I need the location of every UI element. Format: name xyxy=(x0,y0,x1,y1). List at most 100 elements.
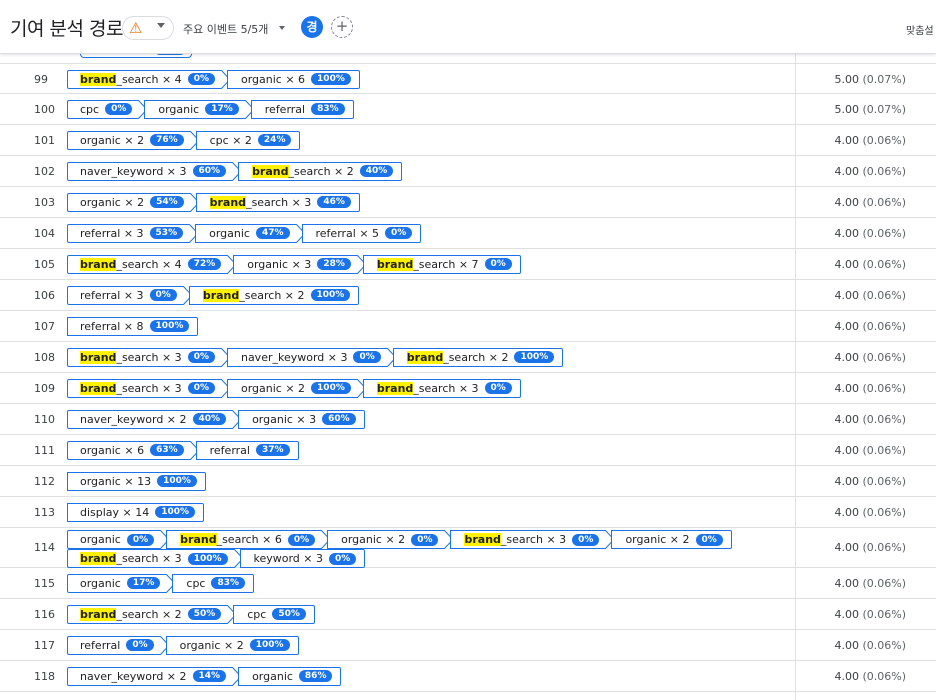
path-step[interactable]: brand _search × 4 0% xyxy=(67,69,231,89)
step-label: cpc × 2 xyxy=(209,133,252,147)
percent-badge: 0% xyxy=(187,382,215,394)
path-step[interactable]: brand _search × 2 50% xyxy=(67,604,237,624)
path-step[interactable]: brand _search × 2 100% xyxy=(392,347,564,367)
percent-badge: 0% xyxy=(411,533,439,546)
table-row: 113 display × 14 100% 4.00 (0.06%) xyxy=(0,497,936,528)
percent-badge: 0% xyxy=(572,533,600,546)
highlighted-term: brand xyxy=(376,257,414,271)
path-line: organic × 2 54% brand _search × 3 46% xyxy=(67,192,360,212)
path-step[interactable]: organic 17% xyxy=(67,573,177,593)
path-step[interactable]: brand _search × 2 100% xyxy=(188,285,360,305)
path-step[interactable]: brand _search × 7 0% xyxy=(362,254,521,274)
path-step[interactable]: brand _search × 3 0% xyxy=(450,530,616,549)
warning-dropdown[interactable]: ⚠ xyxy=(122,16,174,40)
path-step[interactable]: brand _search × 2 40% xyxy=(238,161,403,181)
path-step[interactable]: organic × 3 28% xyxy=(233,254,367,274)
path-step[interactable]: cpc 50% xyxy=(233,604,315,624)
path-step[interactable]: organic × 6 63% xyxy=(67,440,200,460)
chevron-down-icon[interactable] xyxy=(279,26,285,30)
path-step[interactable]: organic × 2 100% xyxy=(226,378,367,398)
path-step[interactable]: organic 0% xyxy=(67,530,170,549)
percent-badge: 54% xyxy=(150,196,184,208)
step-label: _search × 6 xyxy=(216,533,282,546)
path-step[interactable]: naver_keyword × 3 0% xyxy=(226,347,397,367)
percent-badge: 53% xyxy=(149,227,184,239)
conversion-value: 4.00 (0.06%) xyxy=(834,196,906,209)
path-step[interactable]: brand _search × 3 0% xyxy=(362,378,521,398)
path-step[interactable]: naver_keyword × 2 14% xyxy=(67,666,242,686)
path-step[interactable]: brand _search × 3 100% xyxy=(67,549,244,568)
path-step[interactable]: brand _search × 3 46% xyxy=(195,192,360,212)
path-step[interactable]: referral × 5 0% xyxy=(301,223,422,243)
path-step[interactable]: display × 14 100% xyxy=(67,502,205,522)
table-row: 116 brand _search × 2 50% cpc 50% 4.00 (0.06%) xyxy=(0,599,936,630)
path-step-body: referral 83% xyxy=(250,99,354,119)
path-step[interactable]: organic × 2 100% xyxy=(165,635,299,655)
events-selector[interactable]: 주요 이벤트 5/5개 xyxy=(183,21,268,37)
path-step[interactable]: organic 17% xyxy=(144,99,255,119)
path-step-body: organic × 2 76% xyxy=(67,130,190,150)
path-step[interactable]: organic × 2 54% xyxy=(67,192,200,212)
percent-badge: 0% xyxy=(329,552,357,565)
value-number: 4.00 xyxy=(834,381,859,395)
path-step[interactable]: organic × 2 0% xyxy=(327,530,455,549)
path-step[interactable]: organic × 13 100% xyxy=(67,471,206,491)
value-percent: (0.06%) xyxy=(862,288,906,302)
path-step[interactable]: referral × 3 0% xyxy=(67,285,193,305)
path-step[interactable]: naver_keyword × 3 60% xyxy=(67,161,242,181)
path-step[interactable]: brand _search × 6 0% xyxy=(166,530,331,549)
percent-badge: 17% xyxy=(205,103,239,115)
path-step[interactable]: referral 0% xyxy=(67,635,170,655)
path-step-body: brand _search × 2 100% xyxy=(392,347,564,367)
path-step[interactable]: naver_keyword × 2 40% xyxy=(67,409,242,429)
row-number: 115 xyxy=(34,576,55,590)
value-number: 4.00 xyxy=(834,474,859,488)
path-step-body: referral × 8 100% xyxy=(67,316,199,336)
path-step[interactable]: organic 86% xyxy=(238,666,342,686)
path-step[interactable]: brand _search × 3 0% xyxy=(67,378,231,398)
path-line: brand _search × 2 50% cpc 50% xyxy=(67,604,315,624)
path-step-body: naver_keyword × 3 0% xyxy=(226,347,387,367)
path-step[interactable]: cpc 83% xyxy=(172,573,255,593)
path-step[interactable]: brand _search × 3 0% xyxy=(67,347,231,367)
path-step-body: referral × 3 0% xyxy=(67,285,183,305)
value-number: 5.00 xyxy=(834,102,859,116)
path-step-body: brand _search × 3 0% xyxy=(450,530,606,549)
path-step[interactable]: organic × 3 60% xyxy=(238,409,365,429)
percent-badge: 47% xyxy=(255,227,290,239)
path-step[interactable]: referral × 3 53% xyxy=(67,223,199,243)
path-step-body: organic × 3 60% xyxy=(238,409,365,429)
path-step[interactable]: cpc 0% xyxy=(67,99,149,119)
step-label: referral xyxy=(80,638,121,652)
path-step[interactable]: cpc × 2 24% xyxy=(195,130,301,150)
step-label: organic xyxy=(252,669,293,683)
add-comparison-button[interactable]: + xyxy=(331,16,353,38)
path-step[interactable]: organic × 2 0% xyxy=(611,530,732,549)
path-step-body: organic 47% xyxy=(195,223,296,243)
row-number: 118 xyxy=(34,669,55,683)
path-step[interactable]: brand _search × 4 72% xyxy=(67,254,237,274)
path-step-body: brand _search × 3 100% xyxy=(67,549,234,568)
path-line: referral × 8 100% xyxy=(67,316,199,336)
path-step-body: organic × 2 100% xyxy=(226,378,357,398)
path-step[interactable]: organic × 2 76% xyxy=(67,130,200,150)
path-step[interactable]: keyword × 3 0% xyxy=(239,549,366,568)
table-row: 115 organic 17% cpc 83% 4.00 (0.06%) xyxy=(0,568,936,599)
path-step-body: organic × 2 0% xyxy=(611,530,732,549)
path-step[interactable]: organic × 6 100% xyxy=(226,69,360,89)
step-label: organic × 2 xyxy=(80,195,145,209)
path-step[interactable]: organic 47% xyxy=(195,223,306,243)
path-step[interactable]: referral 37% xyxy=(195,440,299,460)
step-label: cpc xyxy=(186,576,206,590)
step-label: referral xyxy=(209,443,250,457)
table-row: 106 referral × 3 0% brand _search × 2 100% 4.0… xyxy=(0,280,936,311)
avatar[interactable]: 경 xyxy=(301,16,323,38)
path-step[interactable]: referral × 8 100% xyxy=(67,316,199,336)
customize-label[interactable]: 맞춤설 xyxy=(906,22,934,37)
highlighted-term: brand xyxy=(80,350,117,364)
row-number: 116 xyxy=(34,607,55,621)
percent-badge: 60% xyxy=(322,413,356,425)
percent-badge: 46% xyxy=(317,196,351,208)
path-step[interactable]: referral 83% xyxy=(250,99,354,119)
path-line: naver_keyword × 2 40% organic × 3 60% xyxy=(67,409,365,429)
